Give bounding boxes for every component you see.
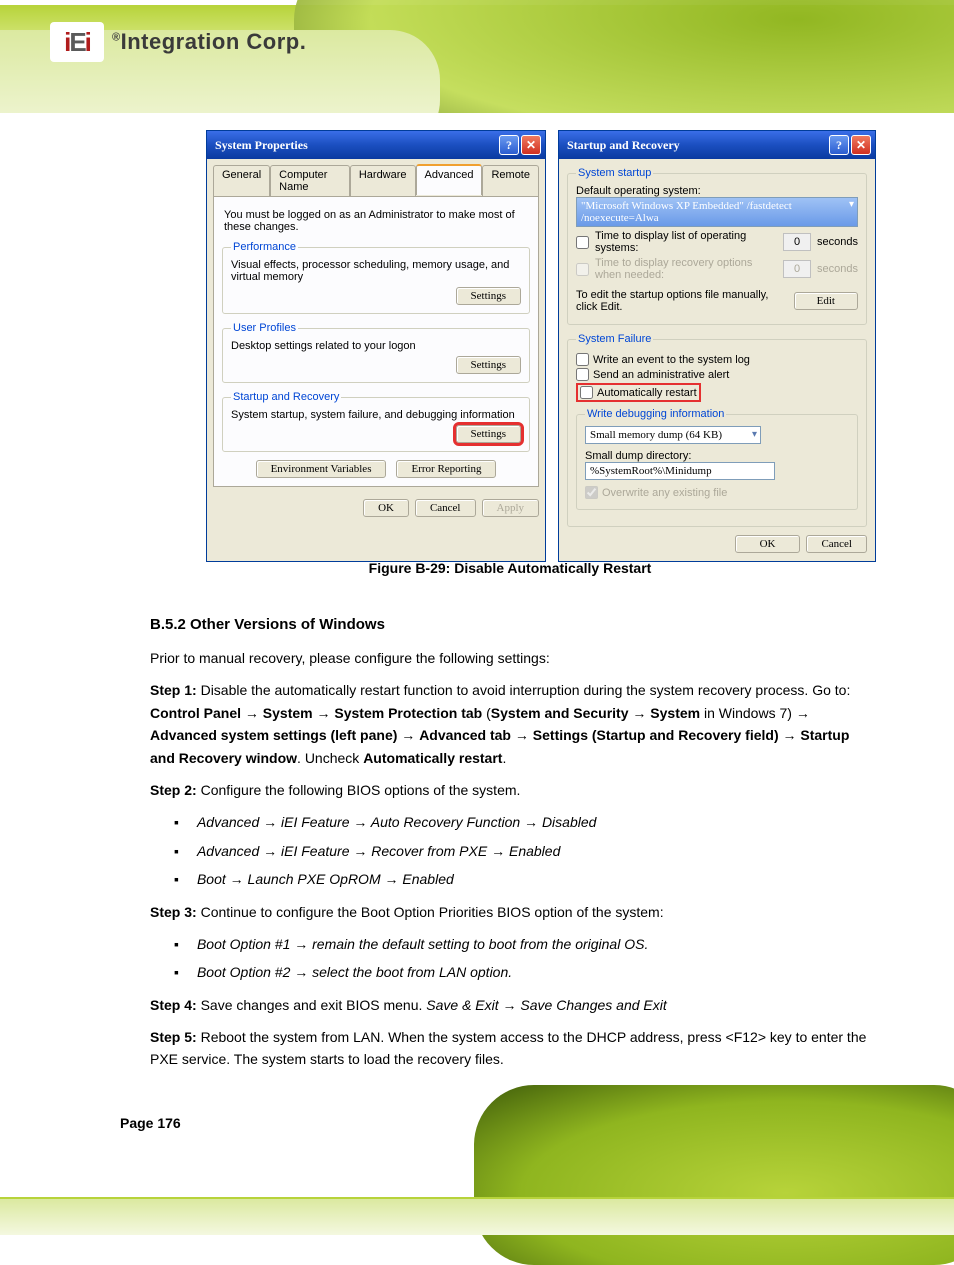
tabs: General Computer Name Hardware Advanced … <box>207 159 545 196</box>
seconds-label: seconds <box>817 236 858 248</box>
time-list-label: Time to display list of operating system… <box>595 230 777 254</box>
time-recovery-spinner: 0 <box>783 260 811 278</box>
edit-label: To edit the startup options file manuall… <box>576 289 788 313</box>
send-alert-checkbox[interactable] <box>576 368 589 381</box>
step3: Step 3: Continue to configure the Boot O… <box>150 901 870 923</box>
performance-desc: Visual effects, processor scheduling, me… <box>231 259 521 283</box>
intro-para: Prior to manual recovery, please configu… <box>150 647 870 669</box>
dump-select-wrap: Small memory dump (64 KB) <box>585 426 761 444</box>
ok-button[interactable]: OK <box>735 535 801 553</box>
write-debug-group: Write debugging information Small memory… <box>576 408 858 510</box>
footer-strip <box>0 1197 954 1235</box>
startup-recovery-group: Startup and Recovery System startup, sys… <box>222 391 530 452</box>
dump-dir-input[interactable] <box>585 462 775 480</box>
environment-variables-button[interactable]: Environment Variables <box>256 460 387 478</box>
dialog-footer: OK Cancel Apply <box>207 493 545 523</box>
figure-caption: Figure B-29: Disable Automatically Resta… <box>150 560 870 576</box>
apply-button[interactable]: Apply <box>482 499 540 517</box>
dialog-body: You must be logged on as an Administrato… <box>213 196 539 487</box>
default-os-label: Default operating system: <box>576 185 858 197</box>
header-band: iEi ®Integration Corp. <box>0 0 954 113</box>
auto-restart-label: Automatically restart <box>597 387 697 399</box>
admin-note: You must be logged on as an Administrato… <box>224 209 528 233</box>
write-event-label: Write an event to the system log <box>593 354 750 366</box>
user-profiles-settings-button[interactable]: Settings <box>456 356 521 374</box>
time-list-spinner[interactable]: 0 <box>783 233 811 251</box>
time-recovery-checkbox <box>576 263 589 276</box>
step3-bullet1: Boot Option #1 → remain the default sett… <box>202 933 870 955</box>
cancel-button[interactable]: Cancel <box>806 535 867 553</box>
step2-bullet3: Boot → Launch PXE OpROM → Enabled <box>202 868 870 890</box>
edit-button[interactable]: Edit <box>794 292 858 310</box>
user-profiles-group: User Profiles Desktop settings related t… <box>222 322 530 383</box>
dump-dir-label: Small dump directory: <box>585 450 849 462</box>
help-icon[interactable]: ? <box>829 135 849 155</box>
system-startup-group: System startup Default operating system:… <box>567 167 867 325</box>
dialog-title: System Properties <box>215 138 308 153</box>
dialog-title: Startup and Recovery <box>567 138 680 153</box>
titlebar-buttons: ? ✕ <box>499 135 541 155</box>
step1: Step 1: Disable the automatically restar… <box>150 679 870 769</box>
close-icon[interactable]: ✕ <box>851 135 871 155</box>
auto-restart-highlight: Automatically restart <box>576 383 701 402</box>
page-footer: Page 176 <box>120 1115 181 1131</box>
logo-mark: iEi <box>50 22 104 62</box>
section-heading: B.5.2 Other Versions of Windows <box>150 616 870 633</box>
user-profiles-legend: User Profiles <box>231 322 298 334</box>
tab-remote[interactable]: Remote <box>482 165 539 196</box>
write-debug-legend: Write debugging information <box>585 408 726 420</box>
system-failure-legend: System Failure <box>576 333 653 345</box>
step4: Step 4: Save changes and exit BIOS menu.… <box>150 994 870 1016</box>
step2-bullet2: Advanced → iEI Feature → Recover from PX… <box>202 840 870 862</box>
logo-text: ®Integration Corp. <box>112 29 306 55</box>
help-icon[interactable]: ? <box>499 135 519 155</box>
seconds-label-2: seconds <box>817 263 858 275</box>
system-properties-dialog: System Properties ? ✕ General Computer N… <box>206 130 546 562</box>
dialog-body: System startup Default operating system:… <box>559 159 875 561</box>
cancel-button[interactable]: Cancel <box>415 499 476 517</box>
ok-button[interactable]: OK <box>363 499 409 517</box>
tab-hardware[interactable]: Hardware <box>350 165 416 196</box>
dump-select[interactable]: Small memory dump (64 KB) <box>585 426 761 444</box>
step2: Step 2: Configure the following BIOS opt… <box>150 779 870 801</box>
logo: iEi ®Integration Corp. <box>50 22 306 62</box>
system-startup-legend: System startup <box>576 167 653 179</box>
titlebar: System Properties ? ✕ <box>207 131 545 159</box>
step5: Step 5: Reboot the system from LAN. When… <box>150 1026 870 1071</box>
titlebar: Startup and Recovery ? ✕ <box>559 131 875 159</box>
overwrite-label: Overwrite any existing file <box>602 487 727 499</box>
step3-bullet2: Boot Option #2 → select the boot from LA… <box>202 961 870 983</box>
time-list-checkbox[interactable] <box>576 236 589 249</box>
performance-legend: Performance <box>231 241 298 253</box>
error-reporting-button[interactable]: Error Reporting <box>396 460 496 478</box>
step2-bullet1: Advanced → iEI Feature → Auto Recovery F… <box>202 811 870 833</box>
startup-recovery-settings-button[interactable]: Settings <box>456 425 521 443</box>
startup-recovery-legend: Startup and Recovery <box>231 391 341 403</box>
auto-restart-checkbox[interactable] <box>580 386 593 399</box>
startup-recovery-desc: System startup, system failure, and debu… <box>231 409 521 421</box>
system-failure-group: System Failure Write an event to the sys… <box>567 333 867 527</box>
write-event-checkbox[interactable] <box>576 353 589 366</box>
footer-band <box>0 1115 954 1235</box>
page-number: Page 176 <box>120 1115 181 1131</box>
tab-general[interactable]: General <box>213 165 270 196</box>
dialog-footer: OK Cancel <box>567 535 867 553</box>
default-os-select[interactable]: "Microsoft Windows XP Embedded" /fastdet… <box>576 197 858 227</box>
close-icon[interactable]: ✕ <box>521 135 541 155</box>
performance-group: Performance Visual effects, processor sc… <box>222 241 530 314</box>
time-recovery-label: Time to display recovery options when ne… <box>595 257 777 281</box>
startup-recovery-dialog: Startup and Recovery ? ✕ System startup … <box>558 130 876 562</box>
default-os-select-wrap: "Microsoft Windows XP Embedded" /fastdet… <box>576 197 858 227</box>
titlebar-buttons: ? ✕ <box>829 135 871 155</box>
send-alert-label: Send an administrative alert <box>593 369 729 381</box>
tab-advanced[interactable]: Advanced <box>416 164 483 195</box>
tab-computer-name[interactable]: Computer Name <box>270 165 350 196</box>
footer-curve <box>474 1085 954 1265</box>
overwrite-checkbox <box>585 486 598 499</box>
user-profiles-desc: Desktop settings related to your logon <box>231 340 521 352</box>
performance-settings-button[interactable]: Settings <box>456 287 521 305</box>
screenshot-dialogs: System Properties ? ✕ General Computer N… <box>206 130 876 562</box>
document-body: Figure B-29: Disable Automatically Resta… <box>150 560 870 1081</box>
